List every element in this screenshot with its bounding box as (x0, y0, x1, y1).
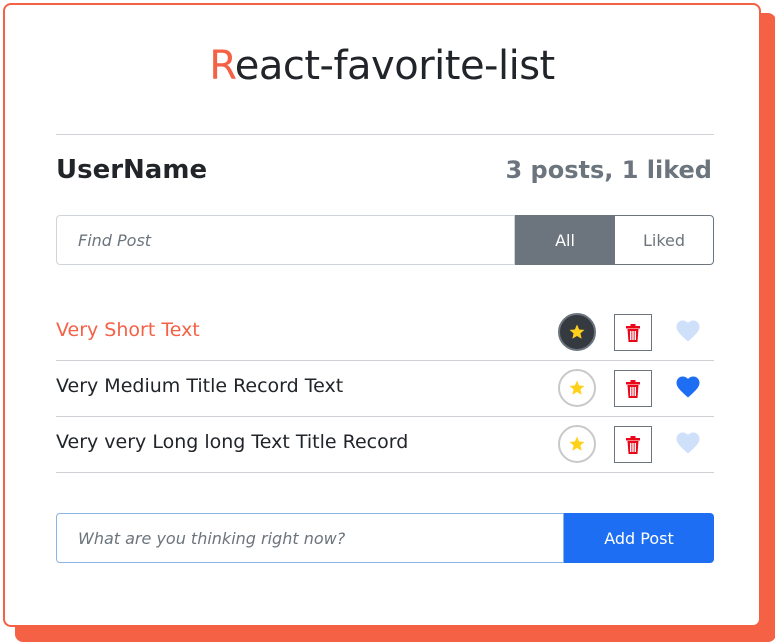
heart-icon[interactable] (676, 376, 700, 398)
trash-icon (626, 435, 640, 454)
post-text[interactable]: Very Medium Title Record Text (56, 375, 343, 397)
app-title: React-favorite-list (5, 43, 759, 89)
heart-icon[interactable] (676, 432, 700, 454)
filter-all-button[interactable]: All (515, 215, 615, 265)
list-item: Very Short Text (56, 305, 714, 361)
app-title-first-letter: R (209, 43, 235, 89)
post-text[interactable]: Very Short Text (56, 319, 200, 341)
add-post-button[interactable]: Add Post (564, 513, 714, 563)
trash-icon (626, 323, 640, 342)
divider (56, 134, 714, 135)
heart-icon[interactable] (676, 320, 700, 342)
post-text[interactable]: Very very Long long Text Title Record (56, 431, 408, 453)
delete-button[interactable] (614, 426, 652, 463)
new-post-input[interactable] (56, 513, 564, 563)
list-item: Very very Long long Text Title Record (56, 417, 714, 473)
star-button[interactable] (558, 369, 596, 407)
username: UserName (56, 155, 208, 185)
star-button[interactable] (558, 313, 596, 351)
filter-liked-button[interactable]: Liked (614, 215, 714, 265)
post-stats: 3 posts, 1 liked (505, 156, 712, 184)
star-icon (569, 324, 585, 339)
app-title-rest: eact-favorite-list (234, 43, 556, 89)
star-icon (569, 380, 585, 395)
star-icon (569, 436, 585, 451)
delete-button[interactable] (614, 314, 652, 351)
trash-icon (626, 379, 640, 398)
search-input[interactable] (56, 215, 515, 265)
app-card: React-favorite-list UserName 3 posts, 1 … (3, 3, 761, 627)
star-button[interactable] (558, 425, 596, 463)
list-item: Very Medium Title Record Text (56, 361, 714, 417)
delete-button[interactable] (614, 370, 652, 407)
